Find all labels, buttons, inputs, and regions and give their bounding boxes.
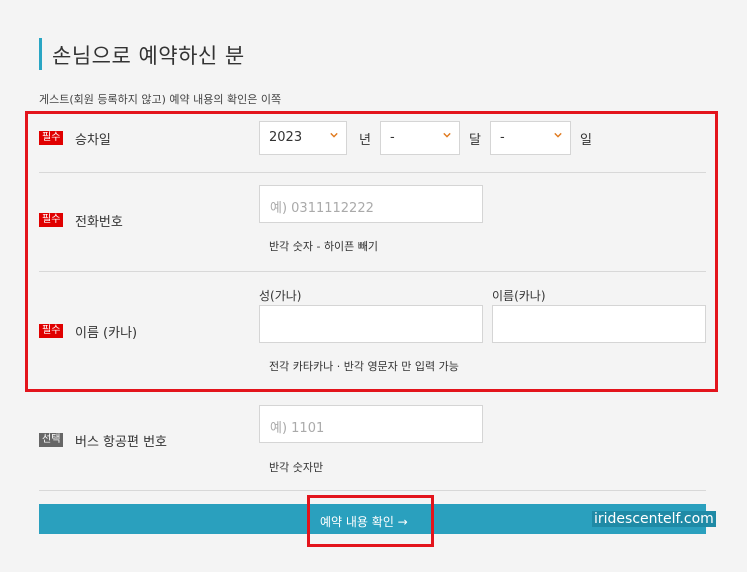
watermark: iridescentelf.com [592,511,716,527]
section-subtitle: 게스트(회원 등록하지 않고) 예약 내용의 확인은 이쪽 [39,93,282,106]
required-section-highlight [25,111,718,392]
section-title: 손님으로 예약하신 분 [52,44,245,68]
optional-badge: 선택 [39,433,64,447]
bus-number-label: 버스 항공편 번호 [75,435,167,450]
bus-number-input[interactable]: 예) 1101 [259,405,483,443]
bus-number-hint: 반각 숫자만 [269,461,324,474]
title-accent-bar [39,38,42,70]
confirm-button-highlight [307,495,434,547]
row-divider [39,490,706,491]
bus-number-placeholder: 예) 1101 [270,421,325,436]
